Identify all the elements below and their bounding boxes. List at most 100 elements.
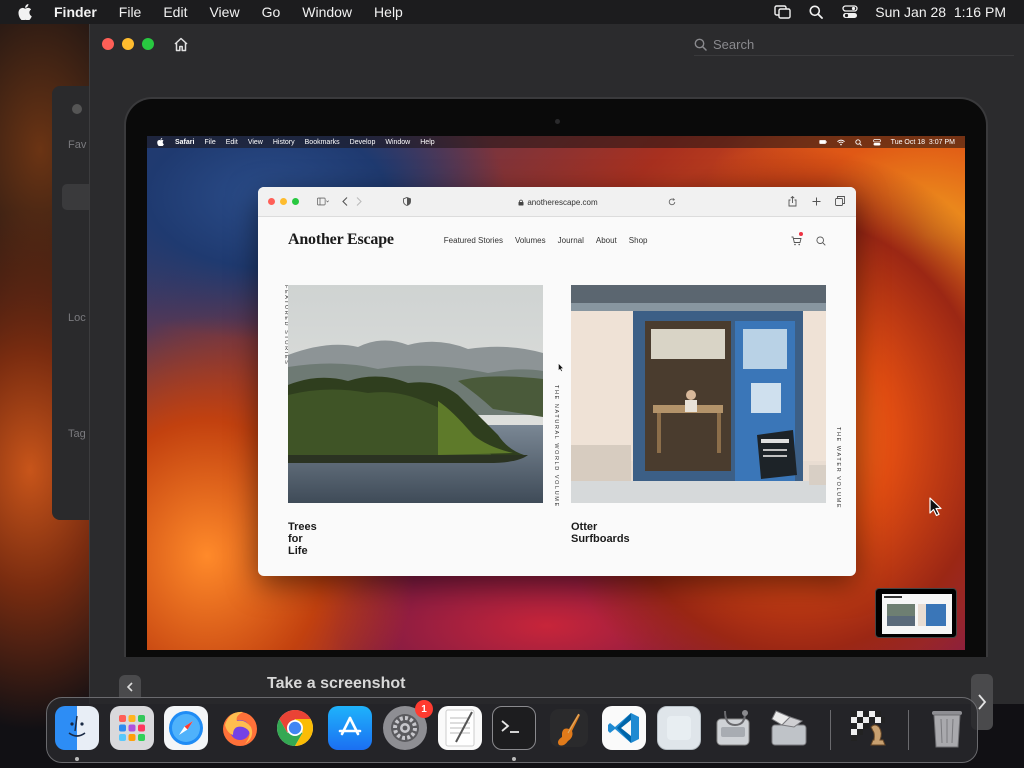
disk-utility-icon[interactable] [712,706,756,750]
story-photo-workshop [571,285,826,503]
menu-bar: Finder File Edit View Go Window Help Sun… [0,0,1024,24]
sidebar-section-locations: Loc [68,312,86,324]
preview-icon[interactable] [657,706,701,750]
mouse-pointer-icon [929,497,942,517]
search-field[interactable] [694,34,1014,56]
zoom-button[interactable] [142,38,154,50]
safari-close-button [268,198,275,205]
dock-separator [830,710,831,750]
nav-shop: Shop [628,235,648,245]
back-chevron-icon [339,196,351,208]
inner-menu-window: Window [385,138,411,146]
dock-separator [908,710,909,750]
window-controls [102,38,154,50]
chevron-right-icon [978,694,987,710]
sidebar-section-favorites: Fav [68,139,87,151]
safari-minimize-button [280,198,287,205]
menu-edit[interactable]: Edit [163,4,187,20]
menubar-clock[interactable]: Sun Jan 28 1:16 PM [875,4,1006,20]
finder-traffic-light [72,104,82,114]
boot-camp-icon[interactable] [767,706,811,750]
system-settings-icon[interactable]: 1 [383,700,433,750]
cart-indicator [799,232,803,236]
desktop: Finder File Edit View Go Window Help Sun… [0,0,1024,768]
quicklook-toolbar [90,24,1024,64]
notification-badge: 1 [415,700,433,718]
safari-toolbar: anotherescape.com [258,187,856,217]
nav-featured-stories: Featured Stories [443,235,503,245]
close-button[interactable] [102,38,114,50]
inner-menu-history: History [272,138,295,146]
inner-menu-view: View [247,138,263,146]
inner-menu-help: Help [420,138,435,146]
minimize-button[interactable] [122,38,134,50]
menu-window[interactable]: Window [302,4,352,20]
inner-menu-edit: Edit [225,138,238,146]
inner-menu-develop: Develop [349,138,376,146]
site-search-icon [816,233,826,251]
apple-icon[interactable] [18,3,36,21]
control-center-icon[interactable] [841,3,859,21]
menu-go[interactable]: Go [262,4,281,20]
privacy-shield-icon [401,196,413,208]
site-logo: Another Escape [288,231,394,248]
url-text: anotherescape.com [527,197,598,207]
nav-volumes: Volumes [514,235,546,245]
terminal-icon[interactable] [492,706,536,750]
spotlight-search-icon[interactable] [807,3,825,21]
screenshot-thumbnail[interactable] [875,588,957,638]
nav-about: About [595,235,617,245]
inner-wifi-icon [836,139,845,146]
share-icon [786,195,798,207]
chevron-left-icon [126,682,133,692]
textedit-icon[interactable] [438,706,482,750]
chess-icon[interactable] [846,706,890,750]
inner-clock: Tue Oct 18 3:07 PM [890,138,955,146]
safari-zoom-button [292,198,299,205]
inner-search-icon [855,138,863,146]
menu-help[interactable]: Help [374,4,403,20]
inner-apple-icon [157,138,165,146]
sidebar-section-tags: Tag [68,428,86,440]
inner-control-center-icon [872,138,881,146]
home-icon[interactable] [172,35,190,53]
inner-menu-safari: Safari [175,138,195,146]
story-volume-label: THE WATER VOLUME [835,427,841,510]
previous-arrow-button[interactable] [119,675,141,699]
story-photo-landscape [288,285,543,503]
inner-desktop: Safari File Edit View History Bookmarks … [147,136,965,650]
chrome-icon[interactable] [273,706,317,750]
sidebar-selected-item[interactable] [62,184,89,210]
screen-mirroring-icon[interactable] [773,3,791,21]
safari-toolbar-right [786,195,846,207]
story-title: Trees for Life [288,521,317,557]
site-nav: Featured Stories Volumes Journal About S… [444,236,648,245]
trash-icon[interactable] [925,706,969,750]
site-header: Another Escape Featured Stories Volumes … [258,217,856,263]
menu-file[interactable]: File [119,4,142,20]
tab-overview-icon [834,195,846,207]
forward-chevron-icon [353,196,365,208]
search-icon [694,38,707,51]
app-store-icon[interactable] [328,706,372,750]
sidebar-toggle-icon [317,196,329,208]
camera-dot [555,119,560,124]
vscode-icon[interactable] [602,706,646,750]
inner-menu-file: File [204,138,216,146]
firefox-icon[interactable] [218,706,262,750]
search-input[interactable] [713,37,973,52]
site-header-icons [791,232,826,251]
launchpad-icon[interactable] [110,706,154,750]
safari-icon[interactable] [164,706,208,750]
menu-view[interactable]: View [209,4,239,20]
thumbnail-preview [882,594,952,634]
new-tab-icon [810,195,822,207]
finder-window-background: Fav Loc Tag [52,86,89,520]
finder-running-indicator [75,757,79,761]
garageband-icon[interactable] [547,706,591,750]
menu-app-finder[interactable]: Finder [54,4,97,20]
finder-icon[interactable] [55,706,99,750]
lock-icon [518,199,524,206]
story-title: Otter Surfboards [571,521,630,545]
dock: 1 [46,697,978,763]
